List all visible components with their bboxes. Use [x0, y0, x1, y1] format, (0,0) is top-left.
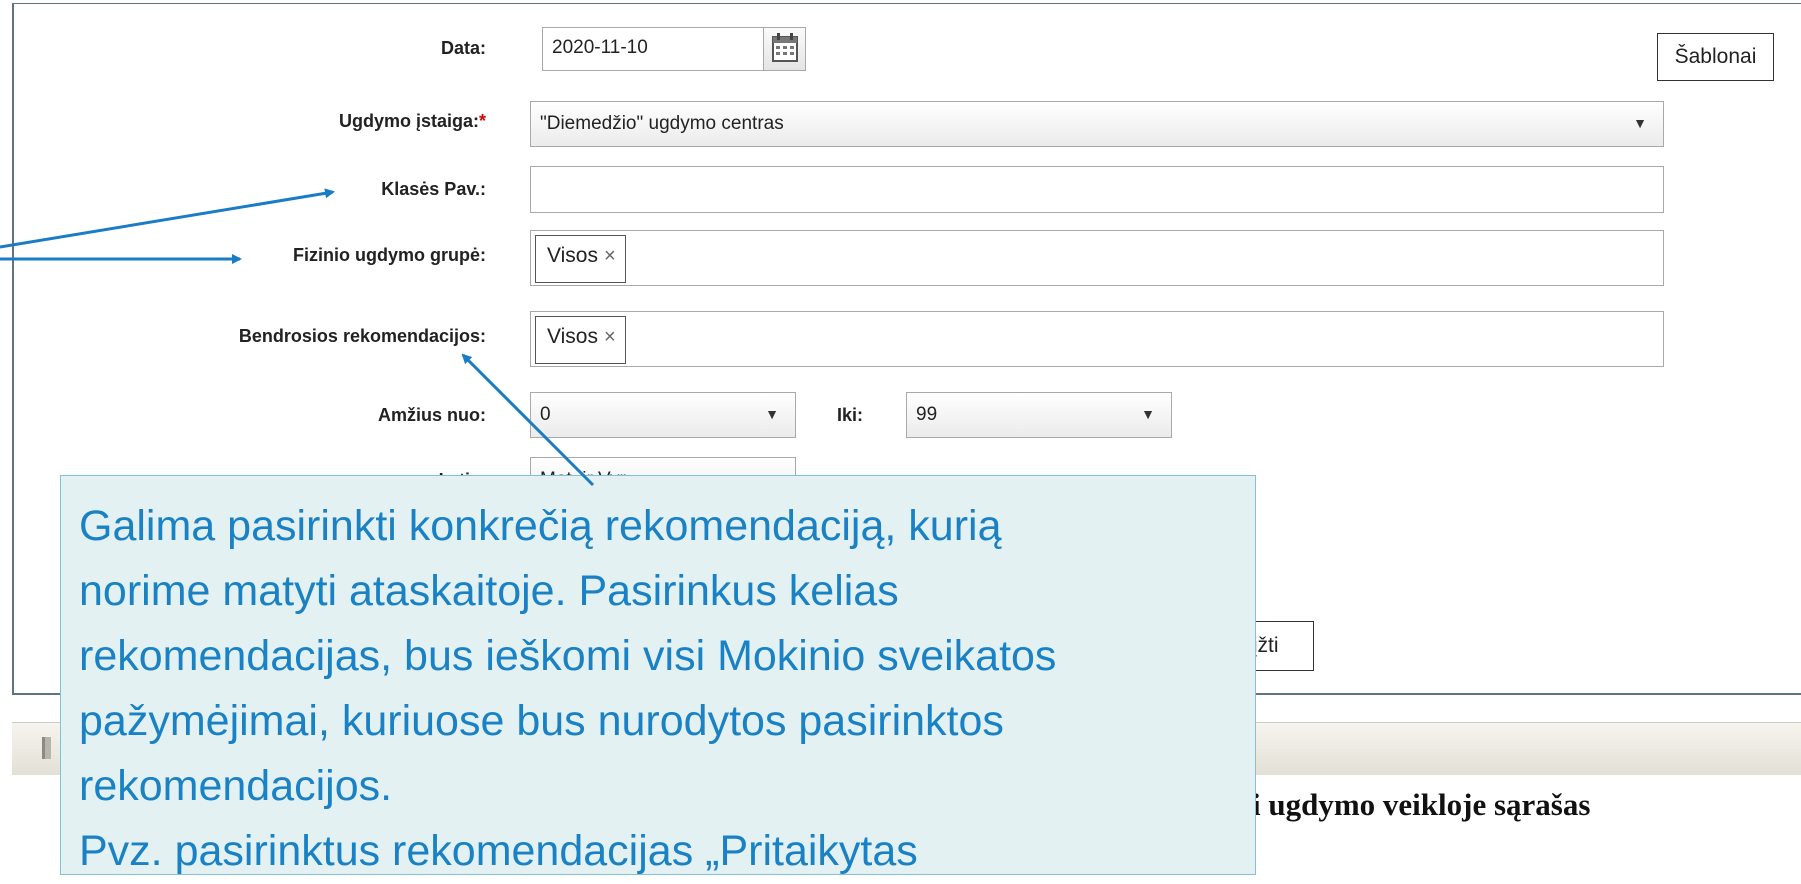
- annotation-arrows: [0, 188, 595, 487]
- arrow-to-recommendations: [461, 353, 595, 487]
- arrow-to-class-name: [0, 188, 335, 249]
